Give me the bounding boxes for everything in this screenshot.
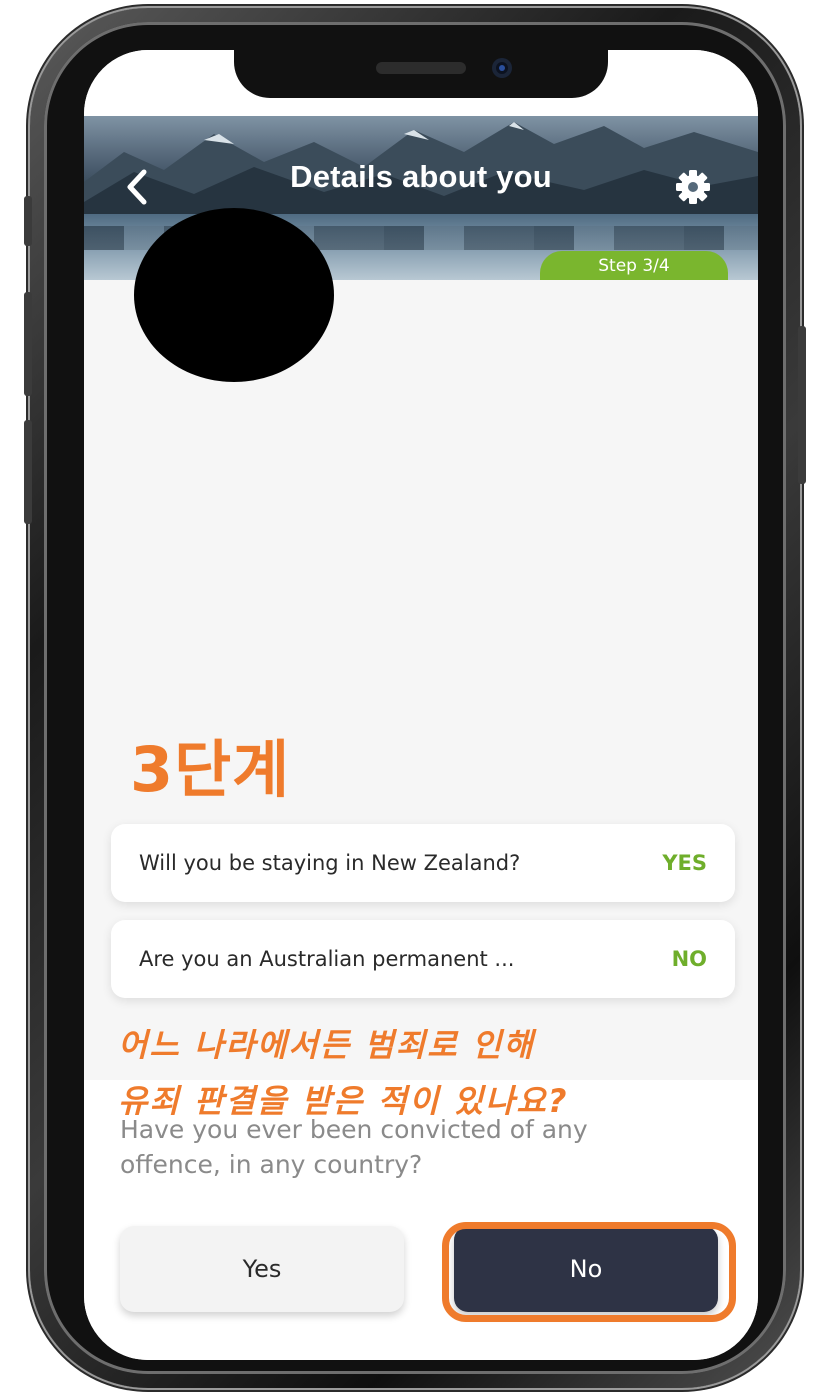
answer-card-value: YES: [662, 851, 707, 875]
question-text: Have you ever been convicted of any offe…: [120, 1112, 680, 1182]
side-button-left-mid: [24, 292, 32, 396]
side-button-left-top: [24, 196, 32, 246]
gear-icon[interactable]: [672, 166, 714, 208]
side-button-right: [798, 326, 806, 484]
answer-card-value: NO: [671, 947, 707, 971]
answer-card[interactable]: Are you an Australian permanent ... NO: [111, 920, 735, 998]
side-button-left-low: [24, 420, 32, 524]
no-button[interactable]: No: [454, 1226, 718, 1312]
answer-card-question: Will you be staying in New Zealand?: [139, 851, 521, 875]
front-camera: [492, 58, 512, 78]
yes-button[interactable]: Yes: [120, 1226, 404, 1312]
korean-question-line1: 어느 나라에서든 범죄로 인해: [118, 1026, 535, 1064]
speaker-grille: [376, 62, 466, 74]
question-text-line2: offence, in any country?: [120, 1150, 423, 1179]
answer-card-question: Are you an Australian permanent ...: [139, 947, 515, 971]
page-title: Details about you: [290, 159, 552, 194]
step-badge: Step 3/4: [540, 251, 728, 280]
notch: [234, 50, 608, 98]
question-text-line1: Have you ever been convicted of any: [120, 1115, 588, 1144]
phone-screen: Details about you Step 3/4 3단계 Will you …: [84, 50, 758, 1360]
step-annotation-heading: 3단계: [130, 733, 291, 806]
answer-card[interactable]: Will you be staying in New Zealand? YES: [111, 824, 735, 902]
redacted-avatar: [134, 208, 334, 382]
